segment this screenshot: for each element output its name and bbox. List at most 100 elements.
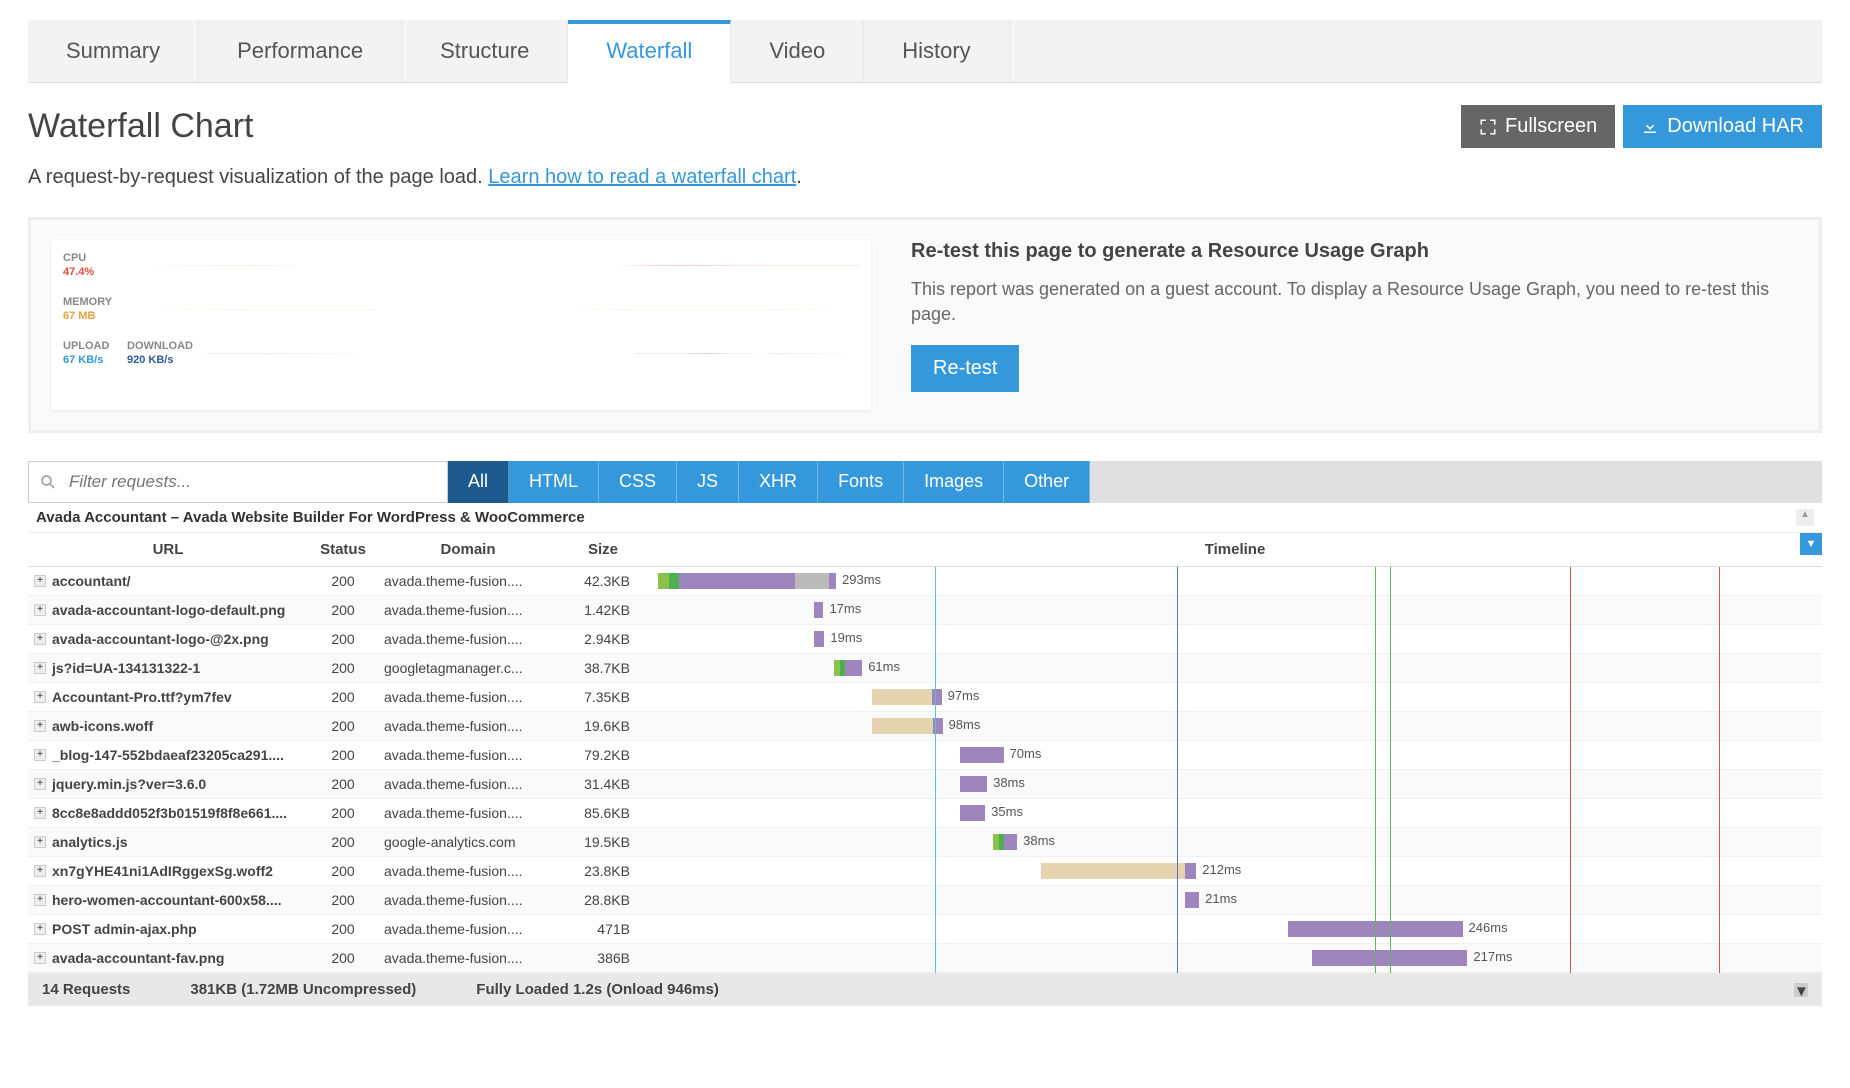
expand-icon[interactable]: + xyxy=(34,778,46,790)
timeline-marker xyxy=(1719,915,1720,944)
request-url: avada-accountant-logo-default.png xyxy=(52,602,285,618)
expand-icon[interactable]: + xyxy=(34,604,46,616)
scroll-down-arrow[interactable]: ▼ xyxy=(1794,983,1808,997)
request-timeline: 19ms xyxy=(648,625,1822,654)
request-domain: avada.theme-fusion.... xyxy=(378,741,558,770)
filter-tab-html[interactable]: HTML xyxy=(509,461,599,503)
col-size[interactable]: Size xyxy=(558,533,648,567)
filter-tab-fonts[interactable]: Fonts xyxy=(818,461,904,503)
table-row[interactable]: +avada-accountant-fav.png200avada.theme-… xyxy=(28,944,1822,973)
timeline-bar xyxy=(960,805,985,821)
expand-icon[interactable]: + xyxy=(34,894,46,906)
fullscreen-button[interactable]: Fullscreen xyxy=(1461,105,1615,148)
filter-input[interactable] xyxy=(63,462,437,502)
filter-tab-other[interactable]: Other xyxy=(1004,461,1090,503)
learn-link[interactable]: Learn how to read a waterfall chart xyxy=(488,166,796,188)
timeline-bar xyxy=(1004,834,1018,850)
table-row[interactable]: +jquery.min.js?ver=3.6.0200avada.theme-f… xyxy=(28,770,1822,799)
timeline-marker xyxy=(935,770,936,799)
timeline-marker xyxy=(1390,886,1391,915)
upload-label: UPLOAD xyxy=(63,340,113,352)
timeline-marker xyxy=(1719,944,1720,973)
expand-icon[interactable]: + xyxy=(34,923,46,935)
expand-icon[interactable]: + xyxy=(34,662,46,674)
filter-tab-images[interactable]: Images xyxy=(904,461,1004,503)
table-row[interactable]: +analytics.js200google-analytics.com19.5… xyxy=(28,828,1822,857)
tab-waterfall[interactable]: Waterfall xyxy=(568,20,731,83)
timeline-marker xyxy=(1177,567,1178,596)
expand-icon[interactable]: + xyxy=(34,836,46,848)
timeline-marker xyxy=(935,741,936,770)
request-timeline: 38ms xyxy=(648,770,1822,799)
download-har-button[interactable]: Download HAR xyxy=(1623,105,1822,148)
table-row[interactable]: +_blog-147-552bdaeaf23205ca291....200ava… xyxy=(28,741,1822,770)
expand-icon[interactable]: + xyxy=(34,720,46,732)
retest-button[interactable]: Re-test xyxy=(911,345,1019,392)
filter-tab-css[interactable]: CSS xyxy=(599,461,677,503)
table-row[interactable]: +js?id=UA-134131322-1200googletagmanager… xyxy=(28,654,1822,683)
timeline-duration: 217ms xyxy=(1473,949,1512,964)
timeline-marker xyxy=(1570,741,1571,770)
table-row[interactable]: +accountant/200avada.theme-fusion....42.… xyxy=(28,567,1822,596)
expand-icon[interactable]: + xyxy=(34,952,46,964)
col-url[interactable]: URL xyxy=(28,533,308,567)
description-prefix: A request-by-request visualization of th… xyxy=(28,166,488,188)
table-row[interactable]: +xn7gYHE41ni1AdIRggexSg.woff2200avada.th… xyxy=(28,857,1822,886)
timeline-bar xyxy=(814,602,824,618)
table-row[interactable]: +Accountant-Pro.ttf?ym7fev200avada.theme… xyxy=(28,683,1822,712)
download-label: Download HAR xyxy=(1667,115,1804,138)
table-row[interactable]: +8cc8e8addd052f3b01519f8f8e661....200ava… xyxy=(28,799,1822,828)
request-size: 19.6KB xyxy=(558,712,648,741)
filter-input-wrap[interactable] xyxy=(28,461,448,503)
request-size: 23.8KB xyxy=(558,857,648,886)
col-status[interactable]: Status xyxy=(308,533,378,567)
timeline-marker xyxy=(1177,799,1178,828)
request-url: xn7gYHE41ni1AdIRggexSg.woff2 xyxy=(52,863,273,879)
timeline-marker xyxy=(1570,654,1571,683)
tab-summary[interactable]: Summary xyxy=(28,20,199,82)
timeline-duration: 293ms xyxy=(842,572,881,587)
timeline-bar xyxy=(872,718,933,734)
tab-video[interactable]: Video xyxy=(731,20,864,82)
timeline-bar xyxy=(814,631,825,647)
scroll-up-arrow[interactable]: ▲ xyxy=(1796,509,1814,526)
table-row[interactable]: +hero-women-accountant-600x58....200avad… xyxy=(28,886,1822,915)
filter-tab-all[interactable]: All xyxy=(448,461,509,503)
expand-icon[interactable]: + xyxy=(34,691,46,703)
expand-icon[interactable]: + xyxy=(34,575,46,587)
expand-icon[interactable]: + xyxy=(34,865,46,877)
table-row[interactable]: +POST admin-ajax.php200avada.theme-fusio… xyxy=(28,915,1822,944)
mem-value: 67 MB xyxy=(63,310,113,322)
filter-tab-xhr[interactable]: XHR xyxy=(739,461,818,503)
timeline-marker xyxy=(1390,596,1391,625)
request-url: POST admin-ajax.php xyxy=(52,921,197,937)
timeline-marker xyxy=(1570,683,1571,712)
timeline-bar xyxy=(845,660,862,676)
table-row[interactable]: +avada-accountant-logo-default.png200ava… xyxy=(28,596,1822,625)
timeline-bar xyxy=(1185,892,1200,908)
timeline-marker xyxy=(1375,799,1376,828)
expand-icon[interactable]: + xyxy=(34,749,46,761)
col-domain[interactable]: Domain xyxy=(378,533,558,567)
tab-performance[interactable]: Performance xyxy=(199,20,402,82)
table-row[interactable]: +awb-icons.woff200avada.theme-fusion....… xyxy=(28,712,1822,741)
timeline-marker xyxy=(1375,886,1376,915)
tab-history[interactable]: History xyxy=(864,20,1009,82)
table-row[interactable]: +avada-accountant-logo-@2x.png200avada.t… xyxy=(28,625,1822,654)
timeline-marker xyxy=(1719,741,1720,770)
timeline-marker xyxy=(1375,944,1376,973)
expand-icon[interactable]: + xyxy=(34,633,46,645)
filter-tab-js[interactable]: JS xyxy=(677,461,739,503)
timeline-marker xyxy=(935,944,936,973)
timeline-marker xyxy=(1570,770,1571,799)
timeline-marker xyxy=(1177,654,1178,683)
download-label: DOWNLOAD xyxy=(127,340,193,352)
timeline-duration: 98ms xyxy=(949,717,981,732)
mem-label: MEMORY xyxy=(63,296,113,308)
col-timeline[interactable]: Timeline ▼ xyxy=(648,533,1822,567)
request-size: 85.6KB xyxy=(558,799,648,828)
expand-icon[interactable]: + xyxy=(34,807,46,819)
tab-structure[interactable]: Structure xyxy=(402,20,568,82)
timeline-dropdown-icon[interactable]: ▼ xyxy=(1800,533,1822,555)
timeline-duration: 38ms xyxy=(993,775,1025,790)
